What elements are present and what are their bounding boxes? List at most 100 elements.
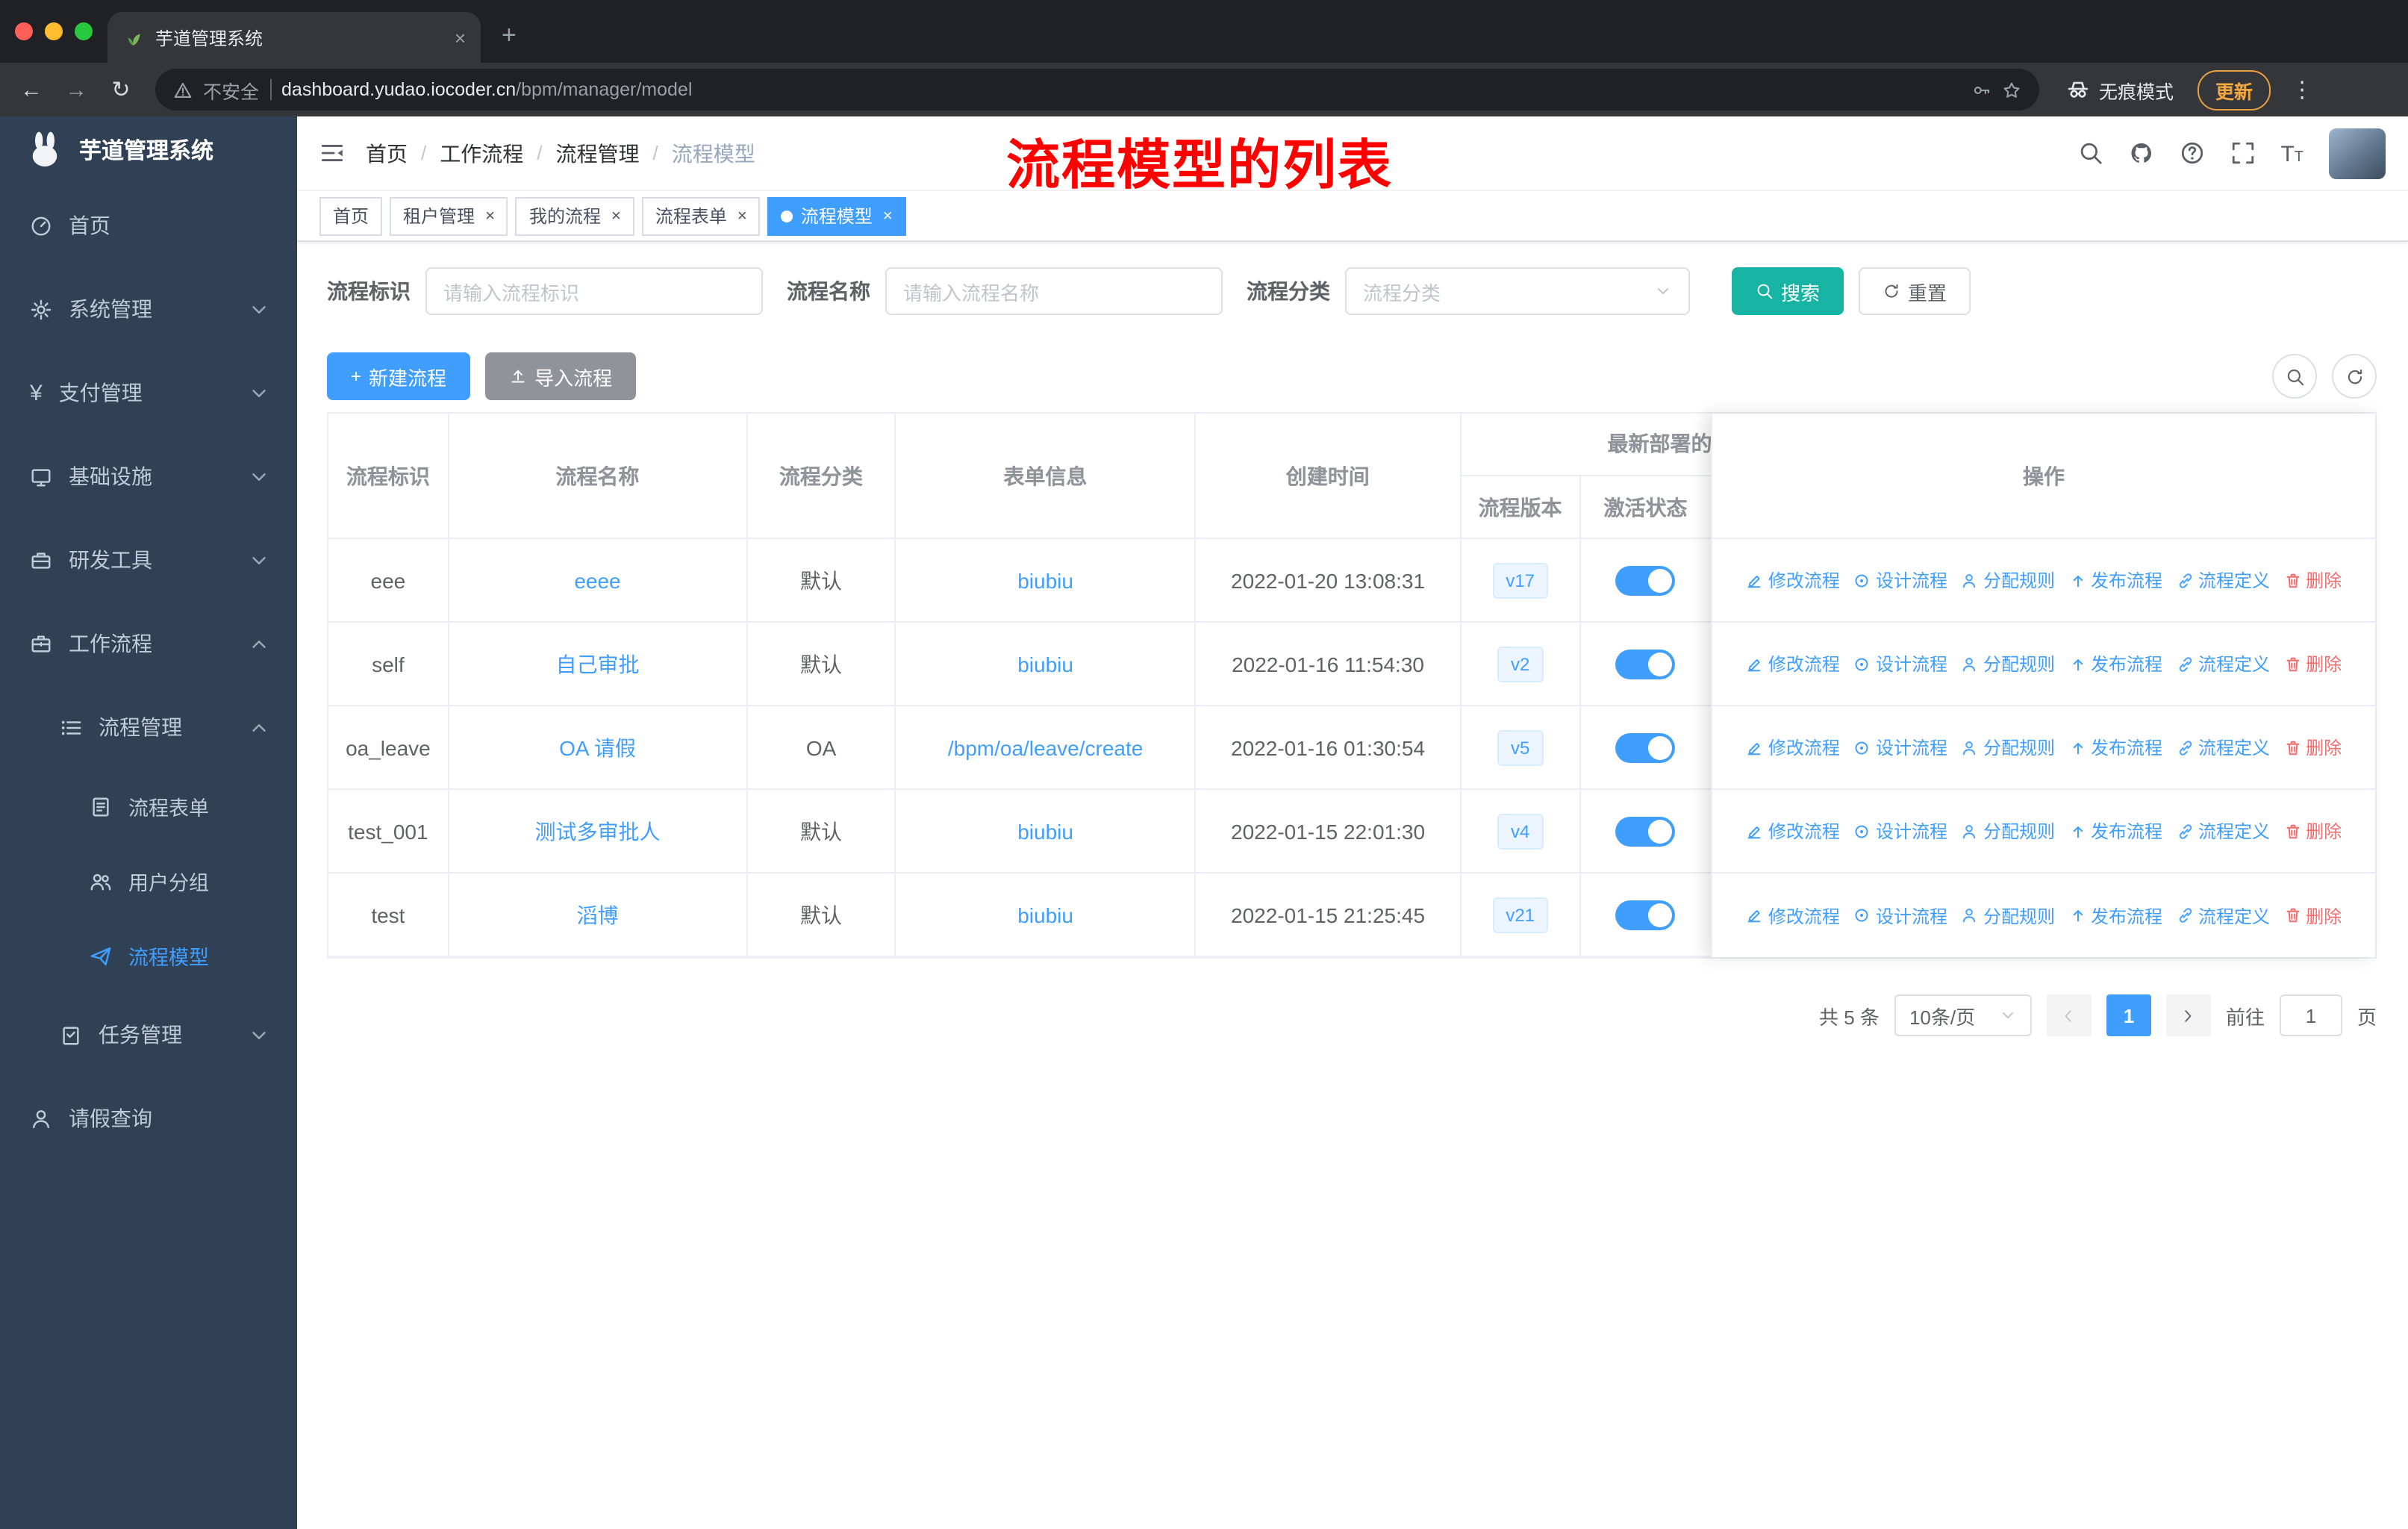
breadcrumb-item[interactable]: 流程管理 — [556, 138, 640, 168]
current-page-button[interactable]: 1 — [2106, 994, 2151, 1036]
import-process-button[interactable]: 导入流程 — [485, 352, 637, 400]
op-design-link[interactable]: 设计流程 — [1853, 567, 1947, 593]
model-name-link[interactable]: eeee — [574, 568, 620, 592]
help-icon[interactable] — [2179, 140, 2204, 166]
tag-close-icon[interactable]: × — [485, 207, 495, 225]
chrome-update-button[interactable]: 更新 — [2198, 69, 2271, 110]
op-edit-link[interactable]: 修改流程 — [1746, 651, 1840, 676]
sidebar-item-task-management[interactable]: 任务管理 — [0, 993, 297, 1077]
sidebar-item-workflow[interactable]: 工作流程 — [0, 602, 297, 685]
op-design-link[interactable]: 设计流程 — [1853, 903, 1947, 928]
op-delete-link[interactable]: 删除 — [2283, 903, 2342, 928]
form-info-link[interactable]: biubiu — [1017, 652, 1073, 676]
process-name-input[interactable]: 请输入流程名称 — [885, 267, 1223, 315]
op-edit-link[interactable]: 修改流程 — [1746, 735, 1840, 760]
tag-my-process[interactable]: 我的流程 × — [515, 196, 634, 235]
close-window-button[interactable] — [15, 22, 33, 40]
op-design-link[interactable]: 设计流程 — [1853, 651, 1947, 676]
process-key-input[interactable]: 请输入流程标识 — [425, 267, 763, 315]
browser-tab[interactable]: 芋道管理系统 × — [107, 12, 481, 63]
model-name-link[interactable]: 测试多审批人 — [534, 816, 660, 846]
forward-button[interactable]: → — [57, 70, 96, 109]
model-name-link[interactable]: 滔博 — [576, 900, 618, 929]
active-status-switch[interactable] — [1615, 649, 1676, 679]
op-publish-link[interactable]: 发布流程 — [2068, 651, 2162, 676]
new-tab-button[interactable]: + — [502, 21, 517, 51]
sidebar-item-leave-query[interactable]: 请假查询 — [0, 1077, 297, 1160]
op-delete-link[interactable]: 删除 — [2283, 818, 2342, 844]
form-info-link[interactable]: biubiu — [1017, 568, 1073, 592]
form-info-link[interactable]: /bpm/oa/leave/create — [948, 735, 1144, 759]
user-avatar[interactable] — [2329, 128, 2386, 178]
fullscreen-icon[interactable] — [2230, 140, 2255, 166]
op-assign-rule-link[interactable]: 分配规则 — [1961, 818, 2055, 844]
breadcrumb-item[interactable]: 首页 — [366, 138, 408, 168]
op-definition-link[interactable]: 流程定义 — [2176, 903, 2270, 928]
bookmark-star-icon[interactable] — [2002, 80, 2021, 99]
tag-process-form[interactable]: 流程表单 × — [641, 196, 761, 235]
op-definition-link[interactable]: 流程定义 — [2176, 651, 2270, 676]
search-icon[interactable] — [2077, 140, 2103, 166]
form-info-link[interactable]: biubiu — [1017, 903, 1073, 927]
reset-button[interactable]: 重置 — [1859, 267, 1971, 315]
sidebar-item-process-model[interactable]: 流程模型 — [0, 918, 297, 993]
op-assign-rule-link[interactable]: 分配规则 — [1961, 651, 2055, 676]
minimize-window-button[interactable] — [45, 22, 63, 40]
process-category-select[interactable]: 流程分类 — [1345, 267, 1690, 315]
back-button[interactable]: ← — [12, 70, 51, 109]
active-status-switch[interactable] — [1615, 732, 1676, 762]
key-icon[interactable] — [1972, 80, 1991, 99]
tag-close-icon[interactable]: × — [611, 207, 621, 225]
op-delete-link[interactable]: 删除 — [2283, 567, 2342, 593]
op-publish-link[interactable]: 发布流程 — [2068, 903, 2162, 928]
op-assign-rule-link[interactable]: 分配规则 — [1961, 567, 2055, 593]
active-status-switch[interactable] — [1615, 816, 1676, 846]
active-status-switch[interactable] — [1615, 565, 1676, 595]
form-info-link[interactable]: biubiu — [1017, 819, 1073, 843]
op-delete-link[interactable]: 删除 — [2283, 735, 2342, 760]
op-assign-rule-link[interactable]: 分配规则 — [1961, 903, 2055, 928]
refresh-table-button[interactable] — [2332, 354, 2377, 399]
github-icon[interactable] — [2128, 140, 2153, 166]
op-design-link[interactable]: 设计流程 — [1853, 818, 1947, 844]
op-edit-link[interactable]: 修改流程 — [1746, 903, 1840, 928]
op-definition-link[interactable]: 流程定义 — [2176, 567, 2270, 593]
sidebar-item-process-management[interactable]: 流程管理 — [0, 685, 297, 769]
reload-button[interactable]: ↻ — [102, 70, 140, 109]
page-size-select[interactable]: 10条/页 — [1894, 994, 2032, 1036]
create-process-button[interactable]: + 新建流程 — [327, 352, 471, 400]
active-status-switch[interactable] — [1615, 900, 1676, 929]
model-name-link[interactable]: 自己审批 — [555, 649, 639, 679]
sidebar-logo[interactable]: 芋道管理系统 — [0, 116, 297, 184]
sidebar-item-infrastructure[interactable]: 基础设施 — [0, 435, 297, 518]
op-publish-link[interactable]: 发布流程 — [2068, 567, 2162, 593]
sidebar-item-process-form[interactable]: 流程表单 — [0, 769, 297, 844]
op-publish-link[interactable]: 发布流程 — [2068, 818, 2162, 844]
prev-page-button[interactable] — [2046, 994, 2092, 1036]
tag-close-icon[interactable]: × — [737, 207, 747, 225]
op-edit-link[interactable]: 修改流程 — [1746, 818, 1840, 844]
tag-home[interactable]: 首页 — [319, 196, 383, 235]
font-size-icon[interactable]: TT — [2280, 140, 2303, 166]
goto-page-input[interactable]: 1 — [2279, 994, 2342, 1036]
tag-close-icon[interactable]: × — [883, 207, 893, 225]
op-delete-link[interactable]: 删除 — [2283, 651, 2342, 676]
model-name-link[interactable]: OA 请假 — [559, 732, 636, 762]
breadcrumb-item[interactable]: 工作流程 — [440, 138, 523, 168]
sidebar-item-user-group[interactable]: 用户分组 — [0, 844, 297, 918]
browser-menu-dots-icon[interactable]: ⋮ — [2283, 70, 2321, 109]
sidebar-item-home[interactable]: 首页 — [0, 184, 297, 267]
sidebar-item-payment[interactable]: ¥ 支付管理 — [0, 351, 297, 435]
tag-tenant-management[interactable]: 租户管理 × — [390, 196, 508, 235]
search-button[interactable]: 搜索 — [1732, 267, 1844, 315]
next-page-button[interactable] — [2165, 994, 2211, 1036]
op-definition-link[interactable]: 流程定义 — [2176, 818, 2270, 844]
op-publish-link[interactable]: 发布流程 — [2068, 735, 2162, 760]
zoom-window-button[interactable] — [75, 22, 93, 40]
sidebar-item-devtools[interactable]: 研发工具 — [0, 518, 297, 602]
op-definition-link[interactable]: 流程定义 — [2176, 735, 2270, 760]
sidebar-item-system[interactable]: 系统管理 — [0, 267, 297, 351]
op-design-link[interactable]: 设计流程 — [1853, 735, 1947, 760]
op-edit-link[interactable]: 修改流程 — [1746, 567, 1840, 593]
toggle-search-button[interactable] — [2272, 354, 2317, 399]
